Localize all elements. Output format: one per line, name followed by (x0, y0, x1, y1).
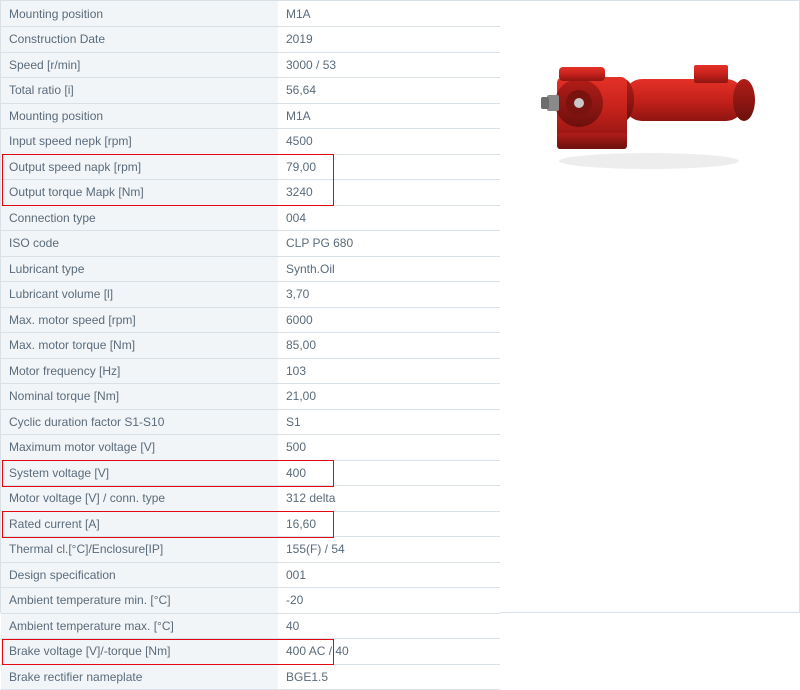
table-row: Mounting positionM1A (1, 103, 500, 129)
spec-value: 312 delta (278, 486, 500, 512)
table-row: Ambient temperature min. [°C]-20 (1, 588, 500, 614)
spec-label: Input speed nepk [rpm] (1, 129, 278, 155)
spec-value: 3000 / 53 (278, 52, 500, 78)
spec-value: 16,60 (278, 511, 500, 537)
spec-value: 85,00 (278, 333, 500, 359)
table-row: Max. motor speed [rpm]6000 (1, 307, 500, 333)
spec-value: M1A (278, 103, 500, 129)
spec-label: Ambient temperature min. [°C] (1, 588, 278, 614)
spec-value: S1 (278, 409, 500, 435)
table-row: Brake voltage [V]/-torque [Nm]400 AC / 4… (1, 639, 500, 665)
spec-label: Connection type (1, 205, 278, 231)
table-row: System voltage [V]400 (1, 460, 500, 486)
product-render-image (529, 41, 769, 181)
spec-label: Lubricant type (1, 256, 278, 282)
table-row: Output speed napk [rpm]79,00 (1, 154, 500, 180)
spec-value: 56,64 (278, 78, 500, 104)
table-row: Output torque Mapk [Nm]3240 (1, 180, 500, 206)
spec-label: Lubricant volume [l] (1, 282, 278, 308)
spec-value: M1A (278, 1, 500, 27)
table-row: Maximum motor voltage [V]500 (1, 435, 500, 461)
spec-label: Output torque Mapk [Nm] (1, 180, 278, 206)
table-row: Lubricant volume [l]3,70 (1, 282, 500, 308)
spec-label: Speed [r/min] (1, 52, 278, 78)
spec-table: Mounting positionM1AConstruction Date201… (1, 1, 500, 690)
spec-label: Nominal torque [Nm] (1, 384, 278, 410)
table-row: Motor frequency [Hz]103 (1, 358, 500, 384)
spec-label: Brake rectifier nameplate (1, 664, 278, 690)
table-row: Thermal cl.[°C]/Enclosure[IP]155(F) / 54 (1, 537, 500, 563)
table-row: Lubricant typeSynth.Oil (1, 256, 500, 282)
spec-value: 3240 (278, 180, 500, 206)
table-row: Max. motor torque [Nm]85,00 (1, 333, 500, 359)
spec-value: 2019 (278, 27, 500, 53)
spec-value: Synth.Oil (278, 256, 500, 282)
spec-value: 155(F) / 54 (278, 537, 500, 563)
table-row: Ambient temperature max. [°C]40 (1, 613, 500, 639)
table-row: Mounting positionM1A (1, 1, 500, 27)
spec-value: 79,00 (278, 154, 500, 180)
spec-value: 40 (278, 613, 500, 639)
table-row: ISO codeCLP PG 680 (1, 231, 500, 257)
spec-value: 500 (278, 435, 500, 461)
spec-label: Cyclic duration factor S1-S10 (1, 409, 278, 435)
spec-label: Rated current [A] (1, 511, 278, 537)
spec-label: Max. motor torque [Nm] (1, 333, 278, 359)
spec-label: Mounting position (1, 103, 278, 129)
spec-label: System voltage [V] (1, 460, 278, 486)
spec-label: Brake voltage [V]/-torque [Nm] (1, 639, 278, 665)
spec-label: Construction Date (1, 27, 278, 53)
table-row: Speed [r/min]3000 / 53 (1, 52, 500, 78)
spec-value: 21,00 (278, 384, 500, 410)
spec-value: CLP PG 680 (278, 231, 500, 257)
spec-value: 400 (278, 460, 500, 486)
table-row: Construction Date2019 (1, 27, 500, 53)
table-row: Design specification001 (1, 562, 500, 588)
table-row: Brake rectifier nameplateBGE1.5 (1, 664, 500, 690)
spec-label: Maximum motor voltage [V] (1, 435, 278, 461)
table-row: Connection type004 (1, 205, 500, 231)
table-row: Rated current [A]16,60 (1, 511, 500, 537)
spec-value: 400 AC / 40 (278, 639, 500, 665)
spec-value: 4500 (278, 129, 500, 155)
spec-label: Output speed napk [rpm] (1, 154, 278, 180)
spec-label: ISO code (1, 231, 278, 257)
spec-label: Max. motor speed [rpm] (1, 307, 278, 333)
table-row: Input speed nepk [rpm]4500 (1, 129, 500, 155)
spec-label: Motor voltage [V] / conn. type (1, 486, 278, 512)
table-row: Motor voltage [V] / conn. type312 delta (1, 486, 500, 512)
spec-value: 103 (278, 358, 500, 384)
spec-label: Total ratio [i] (1, 78, 278, 104)
spec-value: -20 (278, 588, 500, 614)
spec-label: Design specification (1, 562, 278, 588)
spec-label: Motor frequency [Hz] (1, 358, 278, 384)
table-row: Total ratio [i]56,64 (1, 78, 500, 104)
spec-table-body: Mounting positionM1AConstruction Date201… (1, 1, 500, 690)
table-row: Cyclic duration factor S1-S10S1 (1, 409, 500, 435)
spec-value: 004 (278, 205, 500, 231)
table-row: Nominal torque [Nm]21,00 (1, 384, 500, 410)
spec-label: Ambient temperature max. [°C] (1, 613, 278, 639)
spec-value: BGE1.5 (278, 664, 500, 690)
spec-value: 3,70 (278, 282, 500, 308)
spec-value: 6000 (278, 307, 500, 333)
spec-label: Thermal cl.[°C]/Enclosure[IP] (1, 537, 278, 563)
spec-label: Mounting position (1, 1, 278, 27)
spec-value: 001 (278, 562, 500, 588)
